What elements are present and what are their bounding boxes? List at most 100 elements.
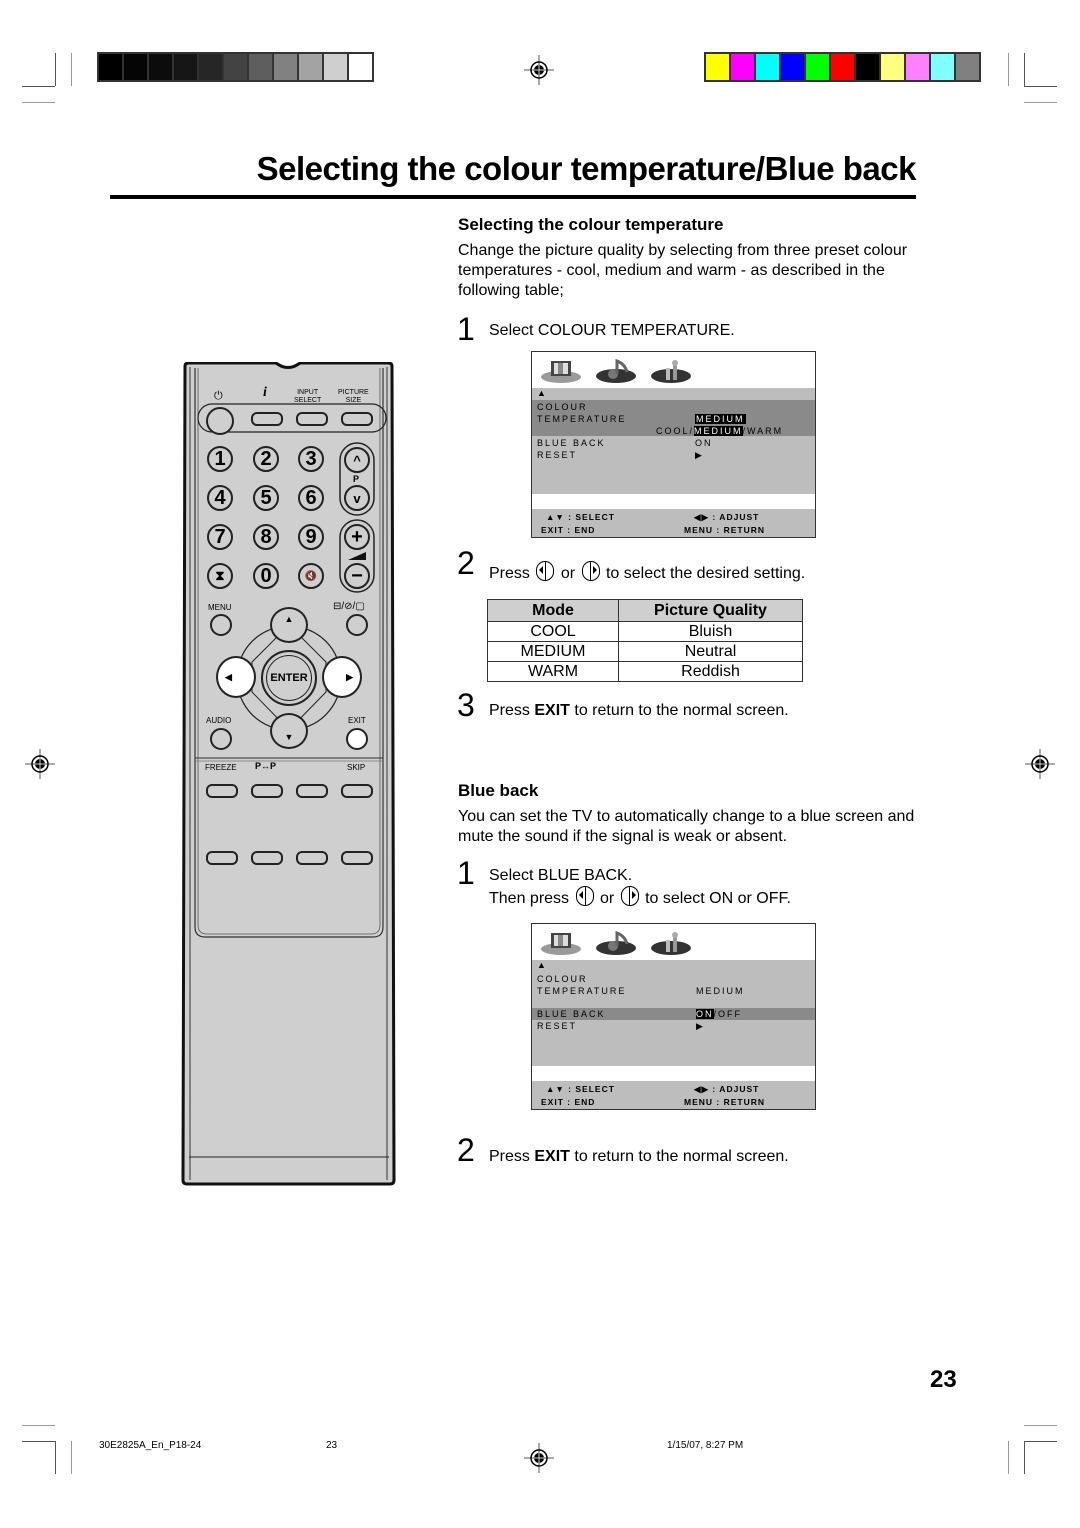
enter-button[interactable]: ENTER (261, 650, 317, 706)
calibration-swatch (149, 54, 172, 80)
osd-item-label: BLUE BACK (537, 438, 606, 448)
digit-button-3[interactable]: 3 (298, 446, 324, 472)
osd-option-selected: MEDIUM (694, 426, 743, 436)
osd-hint: MENU : RETURN (684, 525, 765, 535)
calibration-swatch (906, 54, 929, 80)
step-text-part: Press (489, 1148, 530, 1165)
digit-button-9[interactable]: 9 (298, 524, 324, 550)
digit-button-1[interactable]: 1 (207, 446, 233, 472)
digit-button-0[interactable]: 0 (253, 563, 279, 589)
down-button[interactable]: ▼ (270, 713, 308, 749)
p-swap-button[interactable] (251, 784, 283, 798)
color-calibration-bar (704, 52, 981, 82)
step-number: 3 (457, 687, 475, 723)
setup-menu-icon (651, 360, 691, 383)
crop-mark (1024, 1441, 1025, 1474)
input-select-button[interactable] (296, 412, 328, 426)
crop-mark (22, 1425, 55, 1426)
crop-mark (1024, 53, 1025, 86)
step-text-emphasis: EXIT (534, 702, 570, 719)
right-button[interactable]: ▶ (322, 656, 362, 698)
skip-button[interactable] (341, 784, 373, 798)
up-button[interactable]: ▲ (270, 607, 308, 643)
step-text-part: or (560, 565, 576, 582)
audio-button[interactable] (210, 728, 232, 750)
footer-page: 23 (326, 1440, 338, 1451)
osd-item-label: RESET (537, 1021, 578, 1031)
osd-item-label: RESET (537, 450, 578, 460)
volume-up-button[interactable]: + (344, 524, 370, 550)
color-key-button[interactable] (341, 851, 373, 865)
channel-up-button[interactable]: ^ (344, 447, 370, 473)
color-key-button[interactable] (296, 851, 328, 865)
power-button[interactable] (206, 407, 234, 435)
freeze-label: FREEZE (205, 763, 237, 772)
mode-quality-table: Mode Picture Quality COOL Bluish MEDIUM … (487, 599, 803, 682)
table-header-row: Mode Picture Quality (487, 599, 803, 622)
osd-up-arrow-icon: ▲ (537, 960, 548, 970)
left-button[interactable]: ◀ (216, 656, 256, 698)
text-mode-button[interactable] (346, 614, 368, 636)
step-text: Select BLUE BACK. (489, 867, 633, 884)
osd-menu-icons (532, 924, 815, 960)
digit-button-7[interactable]: 7 (207, 524, 233, 550)
channel-down-button[interactable]: v (344, 485, 370, 511)
picture-menu-icon (541, 933, 581, 955)
info-button[interactable] (251, 412, 283, 426)
step-text-part: or (599, 890, 615, 907)
calibration-swatch (856, 54, 879, 80)
timer-button[interactable]: ⧗ (207, 563, 233, 589)
calibration-swatch (249, 54, 272, 80)
left-button-icon (536, 561, 555, 581)
crop-mark (22, 86, 55, 87)
calibration-swatch (956, 54, 979, 80)
digit-button-2[interactable]: 2 (253, 446, 279, 472)
osd-hint: EXIT : END (541, 1097, 596, 1107)
digit-button-8[interactable]: 8 (253, 524, 279, 550)
calibration-swatch (831, 54, 854, 80)
table-cell: Neutral (618, 641, 803, 662)
volume-wedge-icon (348, 552, 366, 560)
calibration-swatch (931, 54, 954, 80)
step-number: 1 (457, 855, 475, 891)
right-button-icon (620, 886, 639, 906)
osd-hint: ◀▶ : ADJUST (694, 512, 760, 522)
calibration-swatch (706, 54, 729, 80)
input-select-label: INPUT SELECT (294, 389, 322, 404)
step-text-part: Press (489, 702, 530, 719)
calibration-swatch (99, 54, 122, 80)
color-key-button[interactable] (251, 851, 283, 865)
picture-menu-icon (541, 361, 581, 383)
osd-item-value: ON (695, 438, 713, 448)
mute-button[interactable]: 🔇 (298, 563, 324, 589)
exit-button[interactable] (346, 728, 368, 750)
table-row: MEDIUM Neutral (487, 641, 803, 662)
osd-menu-icons (532, 352, 815, 388)
osd-menu-body: ▲ COLOUR TEMPERATURE MEDIUM COOL/MEDIUM/… (532, 388, 815, 494)
section-heading-colour-temperature: Selecting the colour temperature (458, 215, 724, 234)
table-row: WARM Reddish (487, 661, 803, 682)
volume-down-button[interactable]: − (344, 563, 370, 589)
osd-item-value: MEDIUM (696, 986, 745, 996)
osd-option: COOL/ (656, 426, 695, 436)
osd-footer: ▲▼ : SELECT ◀▶ : ADJUST EXIT : END MENU … (532, 509, 815, 537)
crop-mark (1024, 1441, 1057, 1442)
osd-arrow-icon: ▶ (695, 450, 704, 460)
calibration-swatch (731, 54, 754, 80)
osd-item-label: COLOUR (537, 402, 588, 412)
teletext-button[interactable] (296, 784, 328, 798)
menu-button[interactable] (210, 614, 232, 636)
osd-hint: ▲▼ : SELECT (546, 1084, 615, 1094)
digit-button-6[interactable]: 6 (298, 485, 324, 511)
picture-size-label: PICTURE SIZE (338, 389, 369, 404)
digit-button-4[interactable]: 4 (207, 485, 233, 511)
calibration-swatch (881, 54, 904, 80)
digit-button-5[interactable]: 5 (253, 485, 279, 511)
picture-size-button[interactable] (341, 412, 373, 426)
skip-label: SKIP (347, 763, 366, 772)
grayscale-calibration-bar (97, 52, 374, 82)
osd-menu-blue-back: ▲ COLOUR TEMPERATURE MEDIUM BLUE BACK ON… (531, 923, 816, 1110)
color-key-button[interactable] (206, 851, 238, 865)
sound-menu-icon (596, 930, 636, 955)
freeze-button[interactable] (206, 784, 238, 798)
